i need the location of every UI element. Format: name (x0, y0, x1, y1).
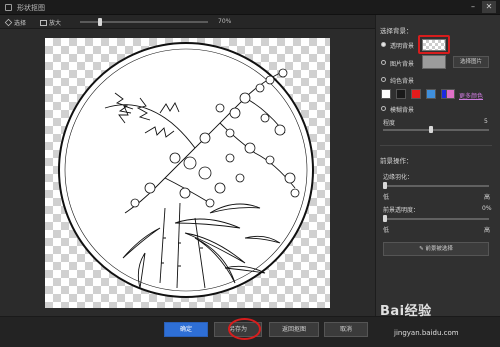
select-tool[interactable]: 选择 (4, 18, 27, 27)
watermark-brand: Bai经验 (380, 304, 432, 319)
title-bar: 形状抠图 – ✕ (0, 0, 500, 15)
blur-label: 模糊背景 (390, 107, 415, 114)
image-swatch[interactable] (422, 55, 446, 69)
more-colors-link[interactable]: 更多颜色 (459, 91, 483, 100)
color-swatch[interactable] (446, 89, 455, 99)
opacity-label: 前景透明度： (383, 207, 420, 214)
color-swatch[interactable] (381, 89, 391, 99)
color-swatch[interactable] (426, 89, 436, 99)
blur-amount-value: 5 (484, 118, 488, 125)
edge-slider-thumb[interactable] (383, 182, 387, 189)
cutout-image (58, 42, 314, 298)
back-to-cutout-button[interactable]: 返回抠图 (269, 322, 319, 337)
opacity-low-label: 低 (383, 227, 390, 234)
image-radio[interactable] (381, 60, 386, 65)
solid-radio[interactable] (381, 77, 386, 82)
edge-high-label: 高 (484, 194, 491, 201)
blur-slider-thumb[interactable] (429, 126, 433, 133)
zoom-tool[interactable]: 放大 (40, 18, 61, 27)
blur-radio[interactable] (381, 106, 386, 111)
confirm-button[interactable]: 确定 (164, 322, 208, 337)
minimize-icon[interactable]: – (466, 1, 480, 13)
zoom-label: 放大 (49, 20, 62, 27)
edge-slider-track[interactable] (383, 185, 489, 187)
transparent-radio[interactable] (381, 42, 386, 47)
color-swatch[interactable] (396, 89, 406, 99)
transparent-label: 透明背景 (390, 43, 415, 50)
opacity-slider-thumb[interactable] (383, 215, 387, 222)
fg-section-title: 前景操作： (380, 157, 413, 165)
watermark-url: jingyan.baidu.com (394, 329, 459, 337)
select-icon (4, 18, 13, 27)
blur-amount-label: 程度 (383, 120, 396, 127)
select-image-button[interactable]: 选择图片 (453, 56, 489, 68)
highlight-box (418, 35, 450, 54)
edge-low-label: 低 (383, 194, 390, 201)
bg-section-title: 选择背景： (380, 27, 413, 35)
image-canvas[interactable] (45, 38, 330, 308)
fg-more-label: 前景被选择 (425, 246, 453, 252)
select-label: 选择 (14, 20, 27, 27)
image-label: 图片背景 (390, 61, 415, 68)
highlight-circle (228, 318, 261, 340)
close-icon[interactable]: ✕ (482, 1, 496, 13)
edge-label: 边缘羽化： (383, 174, 414, 181)
zoom-icon (40, 19, 47, 26)
cancel-button[interactable]: 取消 (324, 322, 368, 337)
solid-label: 纯色背景 (390, 78, 415, 85)
app-icon (5, 4, 12, 11)
opacity-value: 0% (482, 205, 492, 212)
zoom-value: 70% (218, 18, 232, 25)
section-divider (380, 145, 492, 146)
zoom-slider-thumb[interactable] (98, 18, 102, 26)
window-title: 形状抠图 (17, 4, 45, 12)
fg-more-button[interactable]: ✎ 前景被选择 (383, 242, 489, 256)
blur-slider-track[interactable] (383, 129, 489, 131)
opacity-slider-track[interactable] (383, 218, 489, 220)
color-swatch[interactable] (411, 89, 421, 99)
opacity-high-label: 高 (484, 227, 491, 234)
